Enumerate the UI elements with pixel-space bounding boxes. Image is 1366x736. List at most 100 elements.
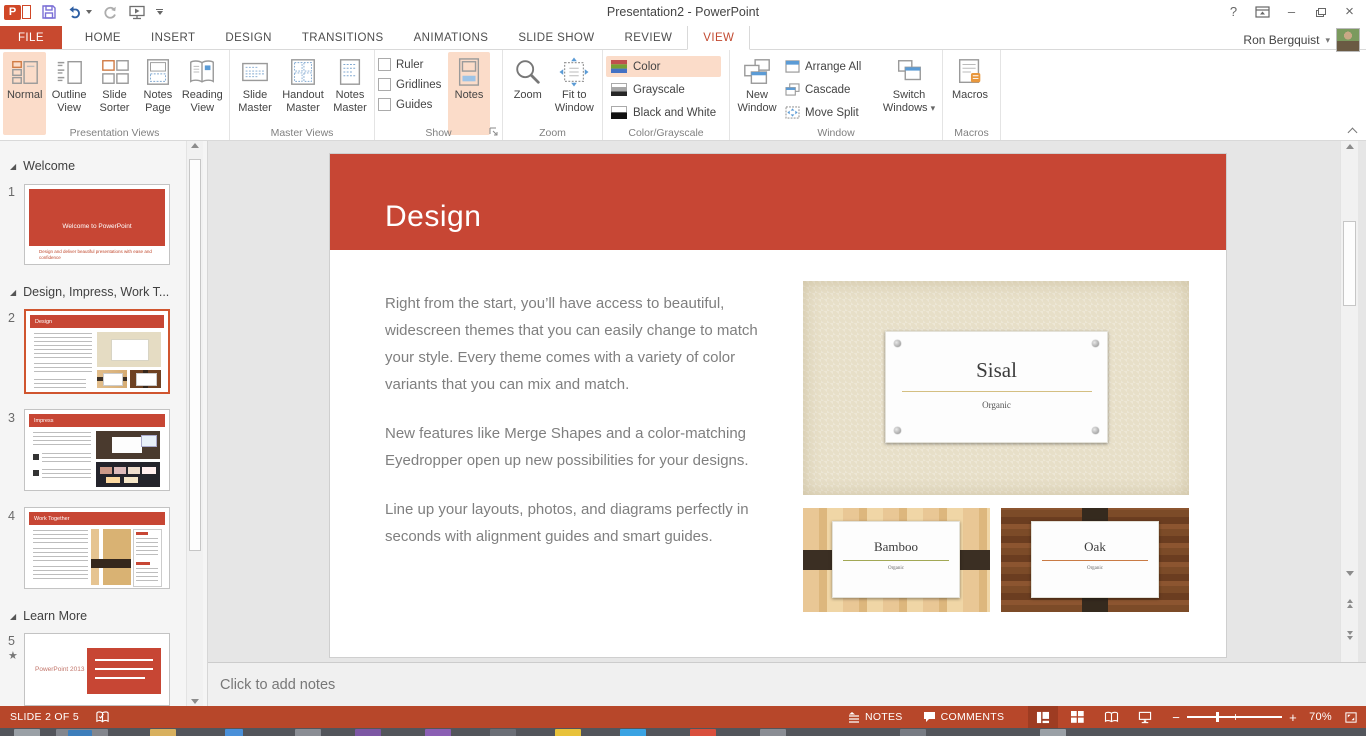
macros-button[interactable]: Macros — [946, 52, 994, 135]
slide-sorter-status-button[interactable] — [1062, 706, 1092, 728]
section-learn-more[interactable]: ◢ Learn More — [10, 609, 87, 623]
grayscale-button[interactable]: Grayscale — [606, 79, 721, 100]
notes-page-button[interactable]: Notes Page — [137, 52, 178, 135]
windows-taskbar[interactable] — [0, 728, 1366, 736]
taskbar-app-icon[interactable] — [225, 729, 243, 736]
help-button[interactable]: ? — [1219, 0, 1248, 23]
ruler-checkbox-row[interactable]: Ruler — [378, 57, 448, 72]
handout-master-button[interactable]: Handout Master — [277, 52, 329, 135]
zoom-in-button[interactable]: + — [1289, 710, 1297, 725]
undo-button[interactable] — [67, 1, 92, 23]
close-button[interactable]: × — [1335, 0, 1364, 23]
section-collapse-icon[interactable]: ◢ — [10, 288, 16, 297]
taskbar-app-icon[interactable] — [425, 729, 451, 736]
taskbar-app-icon[interactable] — [295, 729, 321, 736]
switch-windows-button[interactable]: Switch Windows ▾ — [879, 52, 939, 135]
scroll-up-button[interactable] — [187, 143, 203, 148]
move-split-button[interactable]: Move Split — [781, 102, 879, 123]
cascade-button[interactable]: Cascade — [781, 79, 879, 100]
fit-slide-to-window-button[interactable] — [1344, 711, 1358, 724]
slide-canvas[interactable]: Design Right from the start, you’ll have… — [330, 154, 1226, 657]
slide-title-banner[interactable]: Design — [330, 154, 1226, 250]
slide-sorter-button[interactable]: Slide Sorter — [92, 52, 137, 135]
taskbar-app-icon[interactable] — [68, 730, 92, 736]
theme-image-oak[interactable]: Oak Organic — [1001, 508, 1189, 612]
zoom-slider-handle[interactable] — [1216, 712, 1219, 722]
reading-view-button[interactable]: Reading View — [179, 52, 226, 135]
section-collapse-icon[interactable]: ◢ — [10, 612, 16, 621]
taskbar-app-icon[interactable] — [555, 729, 581, 736]
slide-thumbnail-3[interactable]: Impress — [24, 409, 170, 491]
start-slideshow-button[interactable] — [128, 1, 146, 23]
gridlines-checkbox[interactable] — [378, 78, 391, 91]
tab-design[interactable]: DESIGN — [210, 26, 287, 49]
account-dropdown-arrow[interactable]: ▾ — [1325, 35, 1330, 46]
taskbar-app-icon[interactable] — [690, 729, 716, 736]
slide-area-scrollbar[interactable] — [1340, 141, 1358, 662]
tab-slideshow[interactable]: SLIDE SHOW — [503, 26, 609, 49]
fit-to-window-button[interactable]: Fit to Window — [550, 52, 599, 135]
user-avatar[interactable] — [1336, 28, 1360, 52]
arrange-all-button[interactable]: Arrange All — [781, 56, 879, 77]
taskbar-app-icon[interactable] — [355, 729, 381, 736]
section-welcome[interactable]: ◢ Welcome — [10, 159, 75, 173]
notes-master-button[interactable]: Notes Master — [329, 52, 371, 135]
comments-toggle[interactable]: COMMENTS — [919, 706, 1009, 728]
reading-view-status-button[interactable] — [1096, 706, 1126, 728]
black-and-white-button[interactable]: Black and White — [606, 102, 721, 123]
new-window-button[interactable]: New Window — [733, 52, 781, 135]
section-collapse-icon[interactable]: ◢ — [10, 162, 16, 171]
notes-placeholder[interactable]: Click to add notes — [220, 677, 335, 693]
save-button[interactable] — [41, 1, 57, 23]
collapse-ribbon-button[interactable] — [1346, 126, 1358, 136]
scrollbar-thumb[interactable] — [189, 159, 201, 551]
outline-view-button[interactable]: Outline View — [46, 52, 91, 135]
scroll-down-button[interactable] — [1341, 571, 1358, 576]
zoom-slider-track[interactable] — [1187, 716, 1282, 718]
tab-insert[interactable]: INSERT — [136, 26, 210, 49]
gridlines-checkbox-row[interactable]: Gridlines — [378, 77, 448, 92]
zoom-button[interactable]: Zoom — [506, 52, 550, 135]
guides-checkbox-row[interactable]: Guides — [378, 97, 448, 112]
thumbnail-pane-scrollbar[interactable] — [186, 141, 203, 706]
guides-checkbox[interactable] — [378, 98, 391, 111]
section-design-impress[interactable]: ◢ Design, Impress, Work T... — [10, 285, 169, 299]
scroll-down-button[interactable] — [187, 699, 203, 704]
switch-windows-dropdown-arrow[interactable]: ▾ — [931, 103, 936, 113]
tab-transitions[interactable]: TRANSITIONS — [287, 26, 399, 49]
account-area[interactable]: Ron Bergquist ▾ — [1243, 28, 1360, 52]
slide-body-text[interactable]: Right from the start, you’ll have access… — [385, 290, 790, 572]
normal-view-button[interactable]: Normal — [3, 52, 46, 135]
previous-slide-button[interactable] — [1341, 599, 1358, 608]
tab-review[interactable]: REVIEW — [610, 26, 688, 49]
normal-view-status-button[interactable] — [1028, 706, 1058, 728]
notes-pane[interactable]: Click to add notes — [208, 662, 1366, 706]
taskbar-app-icon[interactable] — [14, 729, 40, 736]
slide-thumbnail-4[interactable]: Work Together — [24, 507, 170, 589]
minimize-button[interactable]: – — [1277, 0, 1306, 23]
theme-image-sisal[interactable]: Sisal Organic — [803, 281, 1189, 495]
redo-button-disabled[interactable] — [102, 1, 118, 23]
ribbon-display-options-button[interactable] — [1248, 0, 1277, 23]
theme-image-bamboo[interactable]: Bamboo Organic — [803, 508, 990, 612]
notes-toggle[interactable]: NOTES — [844, 706, 907, 728]
scroll-up-button[interactable] — [1341, 144, 1358, 149]
tab-file[interactable]: FILE — [0, 26, 62, 49]
zoom-out-button[interactable]: − — [1172, 710, 1180, 725]
slide-thumbnail-5[interactable]: PowerPoint 2013 — [24, 633, 170, 706]
ruler-checkbox[interactable] — [378, 58, 391, 71]
taskbar-app-icon[interactable] — [490, 729, 516, 736]
color-button[interactable]: Color — [606, 56, 721, 77]
taskbar-app-icon[interactable] — [620, 729, 646, 736]
taskbar-app-icon[interactable] — [900, 729, 926, 736]
taskbar-app-icon[interactable] — [150, 729, 176, 736]
zoom-slider[interactable]: − + — [1172, 710, 1297, 725]
restore-button[interactable] — [1306, 0, 1335, 23]
tab-animations[interactable]: ANIMATIONS — [399, 26, 504, 49]
scrollbar-thumb[interactable] — [1343, 221, 1356, 306]
slide-thumbnail-1[interactable]: Welcome to PowerPoint Design and deliver… — [24, 184, 170, 265]
undo-dropdown-arrow[interactable] — [86, 10, 92, 14]
notes-toggle-button[interactable]: Notes — [448, 52, 490, 135]
tab-view[interactable]: VIEW — [687, 25, 750, 50]
slideshow-status-button[interactable] — [1130, 706, 1160, 728]
